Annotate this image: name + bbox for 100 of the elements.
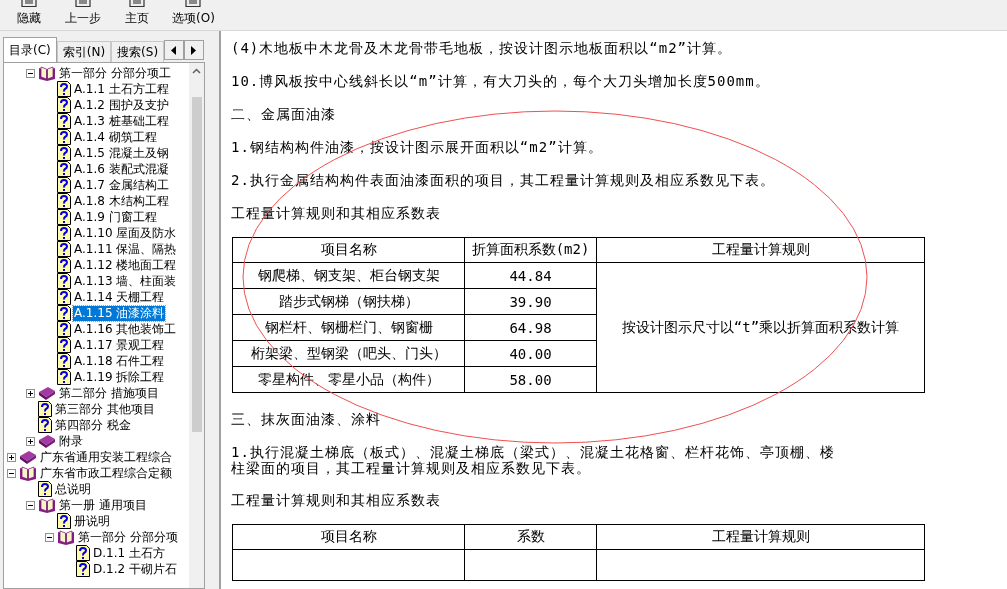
tree-item[interactable]: 广东省通用安装工程综合 (39, 449, 173, 465)
paragraph-text: 二、金属面油漆 (231, 105, 337, 123)
help-page-icon (57, 305, 71, 321)
tree-item[interactable]: A.1.16 其他装饰工 (73, 321, 178, 337)
column-header: 工程量计算规则 (596, 524, 925, 550)
collapse-toggle[interactable] (45, 532, 54, 542)
nav-tab[interactable]: 索引(N) (56, 41, 112, 63)
tree-item[interactable]: 第一部分 分部分项工 (58, 65, 172, 81)
closed-book-icon (38, 433, 56, 449)
tree-item[interactable]: A.1.4 砌筑工程 (73, 129, 158, 145)
paragraph-text: 三、抹灰面油漆、涂料 (231, 410, 382, 428)
tree-item[interactable]: 广东省市政工程综合定额 (39, 465, 173, 481)
paragraph-text: 2.执行金属结构构件表面油漆面积的项目，其工程量计算规则及相应系数见下表。 (231, 171, 776, 189)
tree-item[interactable]: A.1.18 石件工程 (73, 353, 166, 369)
help-page-icon (57, 209, 71, 225)
help-page-icon (57, 513, 71, 529)
expand-toggle[interactable] (26, 436, 35, 446)
open-book-icon (38, 65, 56, 81)
tree-item[interactable]: A.1.15 油漆涂料 (73, 305, 166, 321)
table-cell: 钢爬梯、钢支架、柜台钢支架 (232, 262, 465, 289)
help-page-icon (38, 481, 52, 497)
tree-item[interactable]: A.1.11 保温、隔热 (73, 241, 178, 257)
help-page-icon (38, 401, 52, 417)
help-page-icon (57, 241, 71, 257)
help-page-icon (57, 177, 71, 193)
help-page-icon (57, 113, 71, 129)
table-cell: 44.84 (464, 262, 597, 289)
help-page-icon (57, 289, 71, 305)
paragraph-text: (4)木地板中木龙骨及木龙骨带毛地板，按设计图示地板面积以“m2”计算。 (231, 39, 733, 57)
help-page-icon (57, 81, 71, 97)
tree-item[interactable]: A.1.19 拆除工程 (73, 369, 166, 385)
paragraph-text: 工程量计算规则和其相应系数表 (231, 204, 442, 222)
help-page-icon (57, 273, 71, 289)
tree-item[interactable]: A.1.17 景观工程 (73, 337, 166, 353)
paragraph-text: 10.博风板按中心线斜长以“m”计算，有大刀头的，每个大刀头增加长度500mm。 (231, 72, 771, 90)
tree-item[interactable]: 总说明 (54, 481, 92, 497)
tree-item[interactable]: 第一册 通用项目 (58, 497, 148, 513)
scroll-right-button[interactable] (184, 40, 205, 60)
tree-item[interactable]: A.1.9 门窗工程 (73, 209, 158, 225)
column-header: 折算面积系数(m2) (464, 237, 597, 263)
tree-item[interactable]: 第三部分 其他项目 (54, 401, 156, 417)
paragraph-text: 柱梁面的项目，其工程量计算规则及相应系数见下表。 (231, 461, 592, 476)
help-page-icon (57, 145, 71, 161)
help-page-icon (57, 369, 71, 385)
tree-item[interactable]: A.1.10 屋面及防水 (73, 225, 178, 241)
scrollbar[interactable] (189, 63, 204, 588)
tree-item[interactable]: A.1.13 墙、柱面装 (73, 273, 178, 289)
tree-item[interactable]: A.1.3 桩基础工程 (73, 113, 170, 129)
table-cell: 钢栏杆、钢栅栏门、钢窗栅 (232, 314, 465, 341)
tree-item[interactable]: D.1.2 干砌片石 (92, 561, 178, 577)
column-header: 工程量计算规则 (596, 237, 925, 263)
help-page-icon (76, 545, 90, 561)
tree-item[interactable]: 册说明 (73, 513, 111, 529)
open-book-icon (19, 465, 37, 481)
tree-item[interactable]: D.1.1 土石方 (92, 545, 166, 561)
column-header: 项目名称 (232, 237, 465, 263)
expand-toggle[interactable] (7, 452, 16, 462)
table-cell: 按设计图示尺寸以“t”乘以折算面积系数计算 (596, 262, 925, 393)
right-arrow-icon (191, 45, 198, 55)
tree-item[interactable]: A.1.12 楼地面工程 (73, 257, 178, 273)
column-header: 系数 (464, 524, 597, 550)
open-book-icon (57, 529, 75, 545)
toolbar-button[interactable]: 主页 (112, 0, 162, 28)
table-cell: 桁架梁、型钢梁（吧头、门头） (232, 340, 465, 367)
closed-book-icon (19, 449, 37, 465)
nav-tab[interactable]: 搜索(S) (111, 41, 165, 63)
expand-toggle[interactable] (26, 388, 35, 398)
tree-item[interactable]: A.1.14 天棚工程 (73, 289, 166, 305)
table-cell: 零星构件、零星小品（构件） (232, 366, 465, 393)
collapse-toggle[interactable] (26, 500, 35, 510)
help-page-icon (38, 417, 52, 433)
tree-item[interactable]: A.1.8 木结构工程 (73, 193, 170, 209)
help-page-icon (57, 225, 71, 241)
collapse-toggle[interactable] (26, 68, 35, 78)
tree-item[interactable]: 第四部分 税金 (54, 417, 132, 433)
paragraph-text: 工程量计算规则和其相应系数表 (231, 491, 442, 509)
collapse-toggle[interactable] (7, 468, 16, 478)
scroll-left-button[interactable] (164, 40, 185, 60)
toolbar-button[interactable]: 上一步 (58, 0, 108, 28)
tree-item[interactable]: A.1.6 装配式混凝 (73, 161, 170, 177)
paragraph-text: 1.执行混凝土梯底（板式）、混凝土梯底（梁式）、混凝土花格窗、栏杆花饰、亭顶棚、楼 (231, 443, 836, 461)
help-page-icon (57, 129, 71, 145)
tree-item[interactable]: A.1.7 金属结构工 (73, 177, 170, 193)
help-page-icon (57, 257, 71, 273)
closed-book-icon (38, 385, 56, 401)
tree-item[interactable]: 第一部分 分部分项 (77, 529, 179, 545)
tree-item[interactable]: 第二部分 措施项目 (58, 385, 160, 401)
help-page-icon (57, 353, 71, 369)
open-book-icon (38, 497, 56, 513)
column-header: 项目名称 (232, 524, 465, 550)
nav-tab[interactable]: 目录(C) (3, 37, 57, 63)
paragraph-text: 1.钢结构构件油漆，按设计图示展开面积以“m2”计算。 (231, 138, 604, 156)
help-page-icon (76, 561, 90, 577)
tree-item[interactable]: A.1.1 土石方工程 (73, 81, 170, 97)
tree-item[interactable]: A.1.5 混凝土及钢 (73, 145, 170, 161)
toolbar-button[interactable]: 选项(O) (166, 0, 221, 28)
tree-item[interactable]: 附录 (58, 433, 84, 449)
tree-item[interactable]: A.1.2 围护及支护 (73, 97, 170, 113)
help-page-icon (57, 193, 71, 209)
toolbar-button[interactable]: 隐藏 (4, 0, 54, 28)
